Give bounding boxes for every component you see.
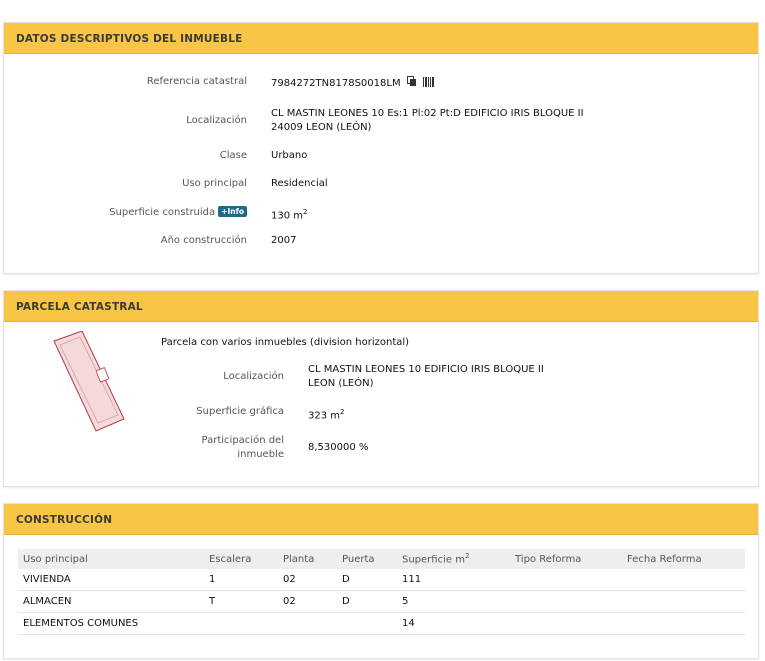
- col-header-planta: Planta: [278, 549, 337, 569]
- col-header-puerta: Puerta: [337, 549, 397, 569]
- parcela-subtitle: Parcela con varios inmuebles (division h…: [161, 337, 410, 348]
- superficie-grafica-unit-exp: 2: [340, 408, 345, 416]
- participacion-value: 8,530000 %: [308, 442, 369, 453]
- table-cell: [510, 612, 622, 635]
- parcel-map-icon[interactable]: [48, 330, 128, 438]
- table-cell: 1: [204, 569, 278, 591]
- uso-principal-label: Uso principal: [182, 178, 247, 189]
- parcela-catastral-panel: PARCELA CATASTRAL Parcela con varios inm…: [3, 290, 759, 487]
- clase-value: Urbano: [271, 150, 308, 161]
- col-header-uso: Uso principal: [18, 549, 204, 569]
- ref-catastral-label: Referencia catastral: [146, 76, 247, 87]
- anio-construccion-label: Año construcción: [160, 235, 247, 246]
- parcela-localizacion-line1: CL MASTIN LEONES 10 EDIFICIO IRIS BLOQUE…: [308, 364, 544, 375]
- ref-catastral-value: 7984272TN8178S0018LM: [271, 78, 401, 89]
- uso-principal-value: Residencial: [271, 178, 328, 189]
- construccion-table-header-row: Uso principal Escalera Planta Puerta Sup…: [18, 549, 745, 569]
- ref-catastral-value-wrap: 7984272TN8178S0018LM: [271, 76, 435, 92]
- datos-descriptivos-panel: DATOS DESCRIPTIVOS DEL INMUEBLE Referenc…: [3, 22, 759, 274]
- participacion-label: Participación del inmueble: [124, 434, 284, 462]
- participacion-label-line2: inmueble: [237, 449, 284, 460]
- col-header-superficie: Superficie m: [402, 554, 465, 566]
- construccion-title: CONSTRUCCIÓN: [16, 514, 113, 526]
- parcela-localizacion-value: CL MASTIN LEONES 10 EDIFICIO IRIS BLOQUE…: [308, 363, 544, 391]
- table-cell: [278, 612, 337, 635]
- superficie-construida-value: 130 m2: [271, 205, 307, 223]
- col-header-superficie-exp: 2: [464, 552, 470, 561]
- table-cell: 5: [397, 590, 510, 613]
- table-row: ALMACEN T 02 D 5: [18, 590, 745, 613]
- participacion-label-line1: Participación del: [201, 435, 284, 446]
- barcode-icon[interactable]: [422, 77, 435, 92]
- table-cell: ALMACEN: [18, 590, 204, 613]
- localizacion-label: Localización: [186, 115, 247, 126]
- clase-label: Clase: [219, 150, 247, 161]
- col-header-escalera: Escalera: [204, 549, 278, 569]
- parcela-localizacion-line2: LEON (LEÓN): [308, 378, 374, 389]
- col-header-fecha-reforma: Fecha Reforma: [622, 549, 745, 569]
- table-cell: [622, 612, 745, 635]
- table-cell: ELEMENTOS COMUNES: [18, 612, 204, 635]
- anio-construccion-value: 2007: [271, 235, 297, 246]
- table-cell: T: [204, 590, 278, 613]
- localizacion-line1: CL MASTIN LEONES 10 Es:1 Pl:02 Pt:D EDIF…: [271, 108, 584, 119]
- table-row: VIVIENDA 1 02 D 111: [18, 569, 745, 591]
- parcela-catastral-title: PARCELA CATASTRAL: [16, 301, 143, 313]
- localizacion-value: CL MASTIN LEONES 10 Es:1 Pl:02 Pt:D EDIF…: [271, 107, 584, 135]
- construccion-panel: CONSTRUCCIÓN Uso principal Escalera Plan…: [3, 503, 759, 659]
- datos-descriptivos-header: DATOS DESCRIPTIVOS DEL INMUEBLE: [4, 23, 758, 54]
- table-cell: 02: [278, 569, 337, 591]
- parcela-localizacion-label: Localización: [223, 371, 284, 382]
- table-cell: D: [337, 590, 397, 613]
- copy-icon[interactable]: [406, 76, 417, 92]
- localizacion-line2: 24009 LEON (LEÓN): [271, 122, 372, 133]
- superficie-grafica-value: 323 m2: [308, 405, 344, 423]
- superficie-grafica-number: 323 m: [308, 410, 341, 422]
- table-cell: [204, 612, 278, 635]
- table-row: ELEMENTOS COMUNES 14: [18, 612, 745, 635]
- table-cell: [622, 590, 745, 613]
- table-cell: [510, 590, 622, 613]
- table-cell: VIVIENDA: [18, 569, 204, 591]
- table-cell: [622, 569, 745, 591]
- table-cell: 111: [397, 569, 510, 591]
- table-cell: [510, 569, 622, 591]
- table-cell: [337, 612, 397, 635]
- col-header-tipo-reforma: Tipo Reforma: [510, 549, 622, 569]
- superficie-unit-exp: 2: [303, 208, 308, 216]
- parcela-catastral-header: PARCELA CATASTRAL: [4, 291, 758, 322]
- col-header-superficie-wrap: Superficie m2: [397, 549, 510, 569]
- superficie-grafica-label: Superficie gráfica: [196, 406, 284, 417]
- table-cell: 14: [397, 612, 510, 635]
- superficie-construida-label: Superficie construida: [109, 207, 216, 218]
- datos-descriptivos-title: DATOS DESCRIPTIVOS DEL INMUEBLE: [16, 33, 243, 45]
- info-button[interactable]: +Info: [218, 206, 247, 217]
- table-cell: D: [337, 569, 397, 591]
- table-cell: 02: [278, 590, 337, 613]
- superficie-construida-number: 130 m: [271, 210, 304, 222]
- superficie-construida-label-wrap: Superficie construida +Info: [64, 206, 247, 218]
- construccion-header: CONSTRUCCIÓN: [4, 504, 758, 535]
- construccion-table: Uso principal Escalera Planta Puerta Sup…: [18, 549, 745, 635]
